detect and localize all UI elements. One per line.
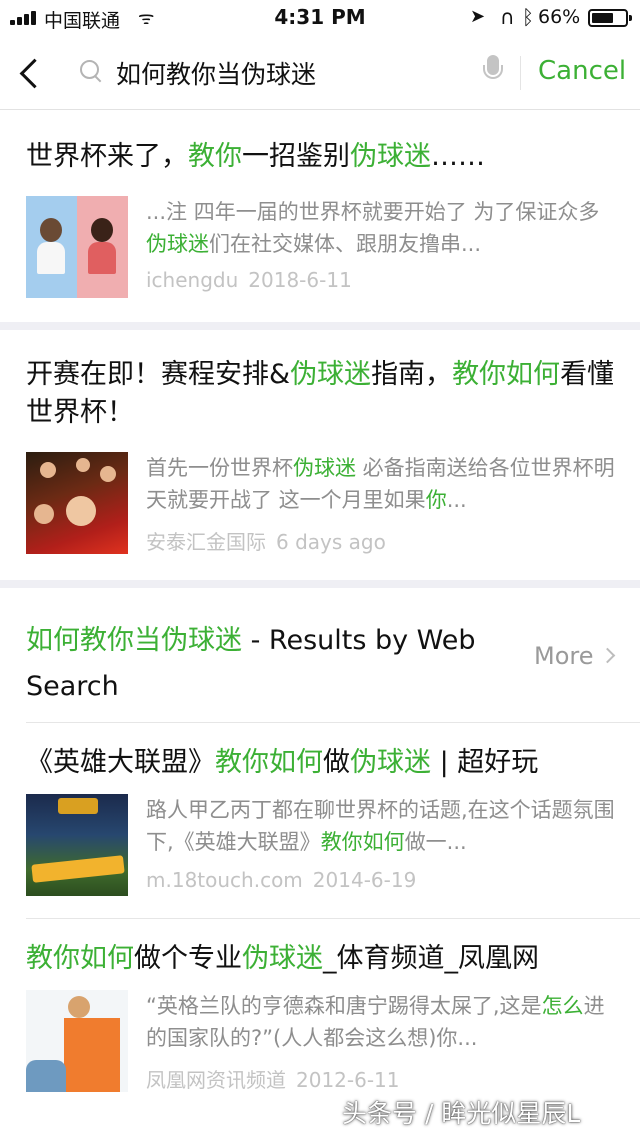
article-title: 世界杯来了，教你一招鉴别伪球迷……	[26, 141, 485, 172]
article-card[interactable]: 开赛在即！赛程安排&伪球迷指南，教你如何看懂世界杯！ 首先一份世界杯伪球迷 必备…	[0, 330, 640, 580]
cancel-button[interactable]: Cancel	[538, 56, 626, 86]
battery-level-fill	[592, 13, 614, 23]
web-result-meta: 凤凰网资讯频道 2012-6-11	[146, 1064, 400, 1093]
web-result-title: 《英雄大联盟》教你如何做伪球迷 | 超好玩	[26, 747, 539, 778]
watermark: 头条号 / 眸光似星辰L	[342, 1099, 581, 1128]
article-thumbnail	[26, 196, 128, 298]
article-card[interactable]: 世界杯来了，教你一招鉴别伪球迷…… ...注 四年一届的世界杯就要开始了 为了保…	[0, 110, 640, 322]
web-result-snippet: 路人甲乙丙丁都在聊世界杯的话题,在这个话题氛围下,《英雄大联盟》教你如何做一..…	[146, 798, 615, 854]
more-link[interactable]: More	[534, 642, 615, 670]
article-source: ichengdu	[146, 268, 239, 292]
search-header: Cancel	[0, 36, 640, 110]
divider	[520, 56, 521, 90]
divider	[26, 918, 640, 919]
microphone-icon[interactable]	[482, 55, 504, 89]
web-result-source: 凤凰网资讯频道	[146, 1068, 286, 1092]
headphones-icon: ∩	[500, 5, 515, 29]
web-result-snippet: “英格兰队的亨德森和唐宁踢得太屎了,这是怎么进的国家队的?”(人人都会这么想)你…	[146, 994, 605, 1050]
bluetooth-icon: ᛒ	[522, 5, 534, 29]
web-result-thumbnail	[26, 990, 128, 1092]
article-source: 安泰汇金国际	[146, 530, 266, 554]
web-search-header: 如何教你当伪球迷 - Results by Web Search	[26, 625, 476, 702]
article-title: 开赛在即！赛程安排&伪球迷指南，教你如何看懂世界杯！	[26, 359, 615, 428]
location-arrow-icon: ➤	[470, 6, 486, 27]
web-result-date: 2012-6-11	[296, 1068, 400, 1092]
back-button[interactable]	[16, 54, 46, 92]
article-date: 6 days ago	[276, 530, 386, 554]
web-result-date: 2014-6-19	[312, 868, 417, 892]
web-result-title: 教你如何做个专业伪球迷_体育频道_凤凰网	[26, 943, 539, 974]
chevron-right-icon	[599, 647, 615, 664]
article-snippet: 首先一份世界杯伪球迷 必备指南送给各位世界杯明天就要开战了 这一个月里如果你..…	[146, 456, 615, 512]
web-result-source: m.18touch.com	[146, 868, 303, 892]
article-date: 2018-6-11	[248, 268, 352, 292]
article-snippet: ...注 四年一届的世界杯就要开始了 为了保证众多伪球迷们在社交媒体、跟朋友撸串…	[146, 200, 600, 256]
status-bar: 中国联通 ᯤ 4:31 PM ➤ ∩ ᛒ 66%	[0, 0, 640, 36]
web-result-meta: m.18touch.com 2014-6-19	[146, 868, 416, 892]
article-meta: 安泰汇金国际 6 days ago	[146, 526, 386, 555]
divider	[26, 722, 640, 723]
article-meta: ichengdu 2018-6-11	[146, 268, 352, 292]
battery-percent: 66%	[538, 6, 581, 28]
article-thumbnail	[26, 452, 128, 554]
web-result-thumbnail	[26, 794, 128, 896]
search-input[interactable]	[116, 55, 470, 91]
battery-icon	[588, 9, 632, 27]
more-label: More	[534, 642, 594, 670]
web-search-section: 如何教你当伪球迷 - Results by Web Search More 《英…	[0, 588, 640, 1138]
search-icon	[80, 60, 102, 82]
